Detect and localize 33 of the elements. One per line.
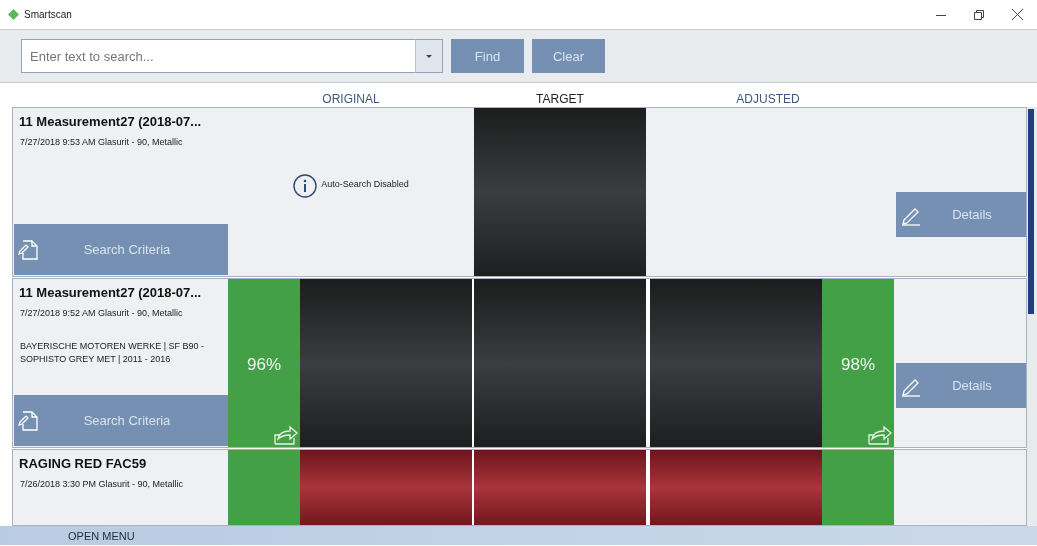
result-title: 11 Measurement27 (2018-07... bbox=[19, 285, 203, 300]
result-subtitle: 7/27/2018 9:53 AM Glasurit - 90, Metallic bbox=[20, 137, 184, 147]
info-icon bbox=[293, 174, 318, 198]
result-description: BAYERISCHE MOTOREN WERKE | SF B90 - SOPHISTO GREY MET | 2011 - 2016 bbox=[20, 340, 206, 366]
scrollbar[interactable] bbox=[1027, 107, 1037, 526]
app-icon bbox=[8, 9, 19, 20]
column-header: TARGET bbox=[535, 92, 585, 106]
match-score: 98% bbox=[841, 355, 875, 375]
details-button[interactable]: Details bbox=[896, 192, 1026, 237]
result-title: 11 Measurement27 (2018-07... bbox=[19, 114, 203, 129]
caret-icon bbox=[426, 54, 432, 58]
document-edit-icon bbox=[18, 409, 40, 432]
search-field[interactable]: Enter text to search... bbox=[21, 39, 415, 73]
share-icon[interactable] bbox=[274, 423, 298, 445]
restore-icon bbox=[974, 9, 984, 20]
toolbar-button[interactable]: Clear bbox=[532, 39, 605, 73]
search-criteria-button[interactable]: Search Criteria bbox=[14, 224, 228, 275]
details-button[interactable]: Details bbox=[896, 363, 1026, 408]
open-menu-button[interactable]: OPEN MENU bbox=[68, 529, 135, 542]
result-subtitle: 7/26/2018 3:30 PM Glasurit - 90, Metallic bbox=[20, 479, 185, 489]
toolbar-button[interactable]: Find bbox=[451, 39, 524, 73]
document-edit-icon bbox=[18, 238, 40, 261]
status-message: Auto-Search Disabled bbox=[321, 179, 409, 189]
search-criteria-button[interactable]: Search Criteria bbox=[14, 395, 228, 446]
result-subtitle: 7/27/2018 9:52 AM Glasurit - 90, Metallic bbox=[20, 308, 184, 318]
column-header: ORIGINAL bbox=[321, 92, 381, 106]
close-icon bbox=[1011, 9, 1023, 20]
share-icon[interactable] bbox=[868, 423, 892, 445]
result-title: RAGING RED FAC59 bbox=[19, 456, 148, 471]
match-score: 96% bbox=[247, 355, 281, 375]
close-button[interactable] bbox=[1009, 6, 1025, 23]
column-header: ADJUSTED bbox=[735, 92, 801, 106]
window-title: Smartscan bbox=[24, 9, 73, 20]
